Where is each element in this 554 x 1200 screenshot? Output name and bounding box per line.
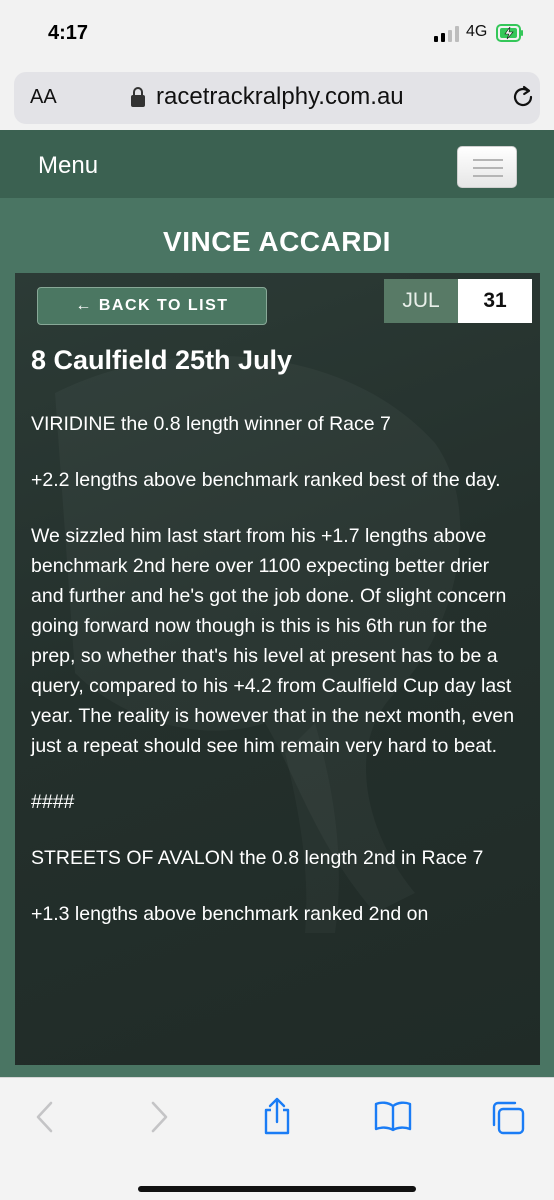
- article-card: ← BACK TO LIST JUL 31 8 Caulfield 25th J…: [15, 273, 540, 1065]
- signal-strength-icon: [434, 26, 459, 42]
- status-bar: 4:17 4G: [0, 0, 554, 68]
- article-title: 8 Caulfield 25th July: [31, 345, 293, 375]
- bookmarks-icon[interactable]: [374, 1100, 412, 1132]
- tabs-icon[interactable]: [490, 1100, 526, 1136]
- status-time: 4:17: [48, 22, 89, 44]
- back-chevron-icon[interactable]: [34, 1100, 56, 1134]
- address-bar[interactable]: AA racetrackralphy.com.au: [14, 72, 540, 124]
- hamburger-icon: [473, 167, 503, 169]
- date-month-badge: JUL: [384, 279, 458, 323]
- article-paragraph: +2.2 lengths above benchmark ranked best…: [31, 469, 501, 491]
- url-text[interactable]: racetrackralphy.com.au: [156, 83, 404, 111]
- article-paragraph: STREETS OF AVALON the 0.8 length 2nd in …: [31, 847, 484, 869]
- date-day-badge: 31: [458, 279, 532, 323]
- back-to-list-button[interactable]: ← BACK TO LIST: [37, 287, 267, 325]
- browser-address-area: AA racetrackralphy.com.au: [0, 68, 554, 130]
- article-paragraph: ####: [31, 791, 75, 813]
- lock-icon: [131, 87, 145, 107]
- hamburger-icon: [473, 159, 503, 161]
- battery-charging-icon: [496, 24, 523, 42]
- forward-chevron-icon[interactable]: [148, 1100, 170, 1134]
- reload-icon[interactable]: [510, 84, 536, 110]
- page-title: VINCE ACCARDI: [163, 226, 391, 257]
- browser-toolbar: [0, 1077, 554, 1200]
- article-paragraph: VIRIDINE the 0.8 length winner of Race 7: [31, 413, 391, 435]
- hamburger-icon: [473, 175, 503, 177]
- network-type: 4G: [466, 23, 488, 40]
- menu-toggle-button[interactable]: [457, 146, 517, 188]
- home-indicator: [138, 1186, 416, 1192]
- article-paragraph: +1.3 lengths above benchmark ranked 2nd …: [31, 903, 429, 925]
- text-size-button[interactable]: AA: [30, 86, 57, 109]
- article-body: VIRIDINE the 0.8 length winner of Race 7…: [31, 409, 527, 955]
- menu-label[interactable]: Menu: [38, 152, 98, 180]
- article-paragraph: We sizzled him last start from his +1.7 …: [31, 525, 515, 757]
- share-icon[interactable]: [260, 1096, 294, 1136]
